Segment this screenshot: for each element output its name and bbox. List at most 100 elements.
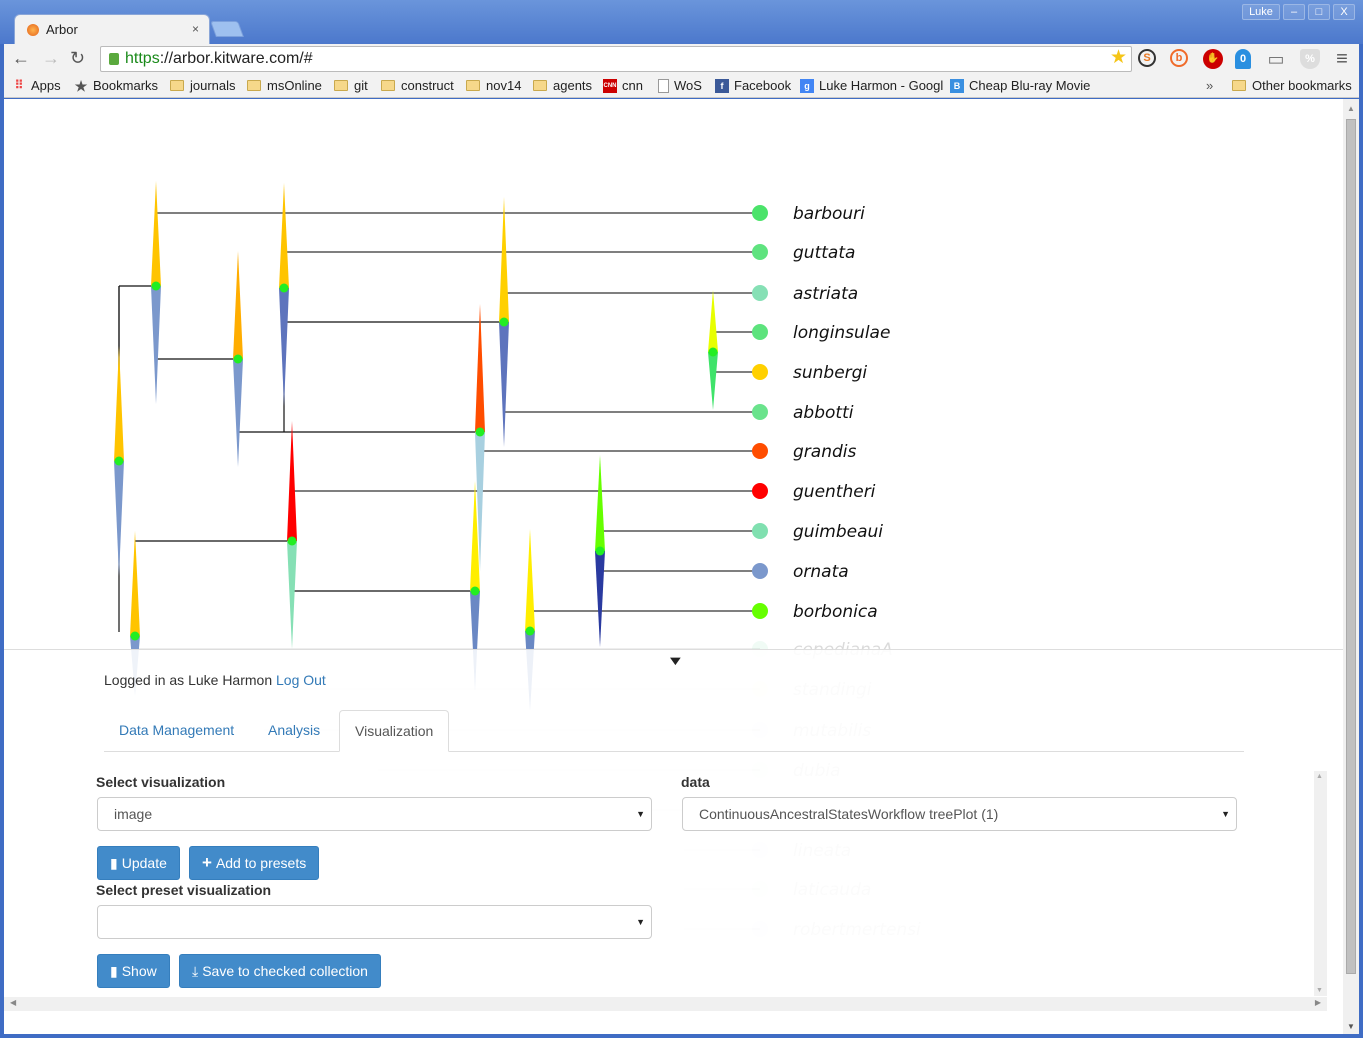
- profile-button[interactable]: Luke: [1242, 4, 1280, 20]
- bookmark-construct[interactable]: construct: [381, 78, 454, 93]
- tip-node: [752, 364, 768, 380]
- page-icon: [658, 78, 669, 93]
- tip-node: [752, 285, 768, 301]
- data-label: data: [681, 774, 710, 790]
- folder-icon: [170, 80, 184, 91]
- uncertainty-spindle: [130, 531, 140, 636]
- horizontal-scrollbar[interactable]: ◀ ▶: [4, 997, 1327, 1011]
- scroll-right-icon[interactable]: ▶: [1315, 998, 1321, 1007]
- reload-icon[interactable]: ↻: [70, 48, 85, 69]
- bookmark-star-icon[interactable]: ★: [1110, 46, 1127, 70]
- tip-node: [752, 404, 768, 420]
- bar-chart-icon: ▮​: [110, 855, 118, 871]
- folder-icon: [466, 80, 480, 91]
- apps-icon: ⠿: [14, 77, 24, 92]
- bookmark-agents[interactable]: agents: [533, 78, 592, 93]
- ancestral-node: [287, 536, 297, 546]
- uncertainty-spindle: [595, 551, 605, 647]
- update-button[interactable]: ▮​ Update: [97, 846, 180, 880]
- ghostery-icon[interactable]: 0: [1235, 49, 1251, 69]
- back-icon[interactable]: ←: [12, 48, 30, 69]
- b-icon[interactable]: b: [1170, 49, 1188, 67]
- tab-visualization[interactable]: Visualization: [339, 710, 450, 752]
- menu-icon[interactable]: ≡: [1332, 49, 1352, 69]
- window-titlebar: Arbor × Luke – □ X: [0, 0, 1363, 44]
- uncertainty-spindle: [233, 251, 243, 359]
- s-icon[interactable]: S: [1138, 49, 1156, 67]
- data-select[interactable]: ContinuousAncestralStatesWorkflow treePl…: [682, 797, 1237, 831]
- add-to-presets-button[interactable]: + Add to presets: [189, 846, 320, 880]
- download-icon: ⤓: [192, 963, 199, 979]
- visualization-select[interactable]: image ▼: [97, 797, 652, 831]
- tip-node: [752, 563, 768, 579]
- scroll-down-icon[interactable]: ▼: [1347, 1022, 1355, 1031]
- tab-analysis[interactable]: Analysis: [253, 710, 335, 752]
- bookmark-wos[interactable]: WoS: [658, 78, 702, 93]
- close-window-button[interactable]: X: [1333, 4, 1355, 20]
- tab-close-icon[interactable]: ×: [192, 22, 199, 36]
- scroll-up-icon[interactable]: ▲: [1316, 773, 1323, 780]
- tab-title: Arbor: [46, 22, 78, 37]
- ancestral-node: [130, 631, 140, 641]
- scrollbar-thumb[interactable]: [1346, 119, 1356, 974]
- tip-node: [752, 324, 768, 340]
- bar-chart-icon: ▮​: [110, 963, 118, 979]
- cast-icon[interactable]: ▭: [1266, 49, 1286, 69]
- scroll-down-icon[interactable]: ▼: [1316, 987, 1323, 994]
- bookmark-facebook[interactable]: f Facebook: [715, 78, 791, 93]
- new-tab-button[interactable]: [210, 21, 244, 37]
- uncertainty-spindle: [475, 304, 485, 432]
- bookmark-cnn[interactable]: CNN cnn: [603, 78, 643, 93]
- url-scheme: https: [125, 50, 160, 67]
- tab-data-management[interactable]: Data Management: [104, 710, 249, 752]
- folder-icon: [381, 80, 395, 91]
- minimize-button[interactable]: –: [1283, 4, 1305, 20]
- bookmarks-bar: ⠿ Apps ★ Bookmarks journals msOnline git c…: [4, 74, 1359, 98]
- show-button[interactable]: ▮​ Show: [97, 954, 170, 988]
- tip-label: sunbergi: [793, 363, 867, 383]
- bookmark-journals[interactable]: journals: [170, 78, 236, 93]
- uncertainty-spindle: [279, 288, 289, 406]
- logout-link[interactable]: Log Out: [276, 672, 326, 688]
- cnn-icon: CNN: [603, 78, 617, 93]
- scroll-up-icon[interactable]: ▲: [1347, 104, 1355, 113]
- maximize-button[interactable]: □: [1308, 4, 1330, 20]
- bookmark-msonline[interactable]: msOnline: [247, 78, 322, 93]
- bookmark-other[interactable]: Other bookmarks: [1232, 78, 1352, 93]
- browser-tab[interactable]: Arbor ×: [14, 14, 210, 44]
- bookmark-bluray[interactable]: B Cheap Blu-ray Movie: [950, 78, 1090, 93]
- tip-node: [752, 244, 768, 260]
- dropdown-caret-icon: ▼: [636, 809, 645, 819]
- uncertainty-spindle: [499, 197, 509, 322]
- ancestral-node: [279, 283, 289, 293]
- ancestral-node: [151, 281, 161, 291]
- bookmark-nov14[interactable]: nov14: [466, 78, 521, 93]
- scroll-left-icon[interactable]: ◀: [10, 998, 16, 1007]
- preset-select[interactable]: ▼: [97, 905, 652, 939]
- inner-scrollbar[interactable]: ▲ ▼: [1314, 771, 1327, 996]
- forward-icon[interactable]: →: [42, 48, 60, 69]
- save-to-collection-button[interactable]: ⤓ Save to checked collection: [179, 954, 381, 988]
- address-bar[interactable]: https://arbor.kitware.com/# ★: [100, 46, 1132, 72]
- collapse-chevron-icon[interactable]: ▼: [666, 653, 684, 668]
- shield-icon[interactable]: %: [1300, 49, 1320, 69]
- tip-node: [752, 443, 768, 459]
- select-preset-label: Select preset visualization: [96, 882, 272, 898]
- bookmarks-overflow[interactable]: »: [1206, 78, 1213, 93]
- adblock-icon[interactable]: ✋: [1203, 49, 1223, 69]
- uncertainty-spindle: [525, 529, 535, 631]
- page-scrollbar[interactable]: ▲ ▼: [1343, 99, 1359, 1034]
- uncertainty-spindle: [708, 352, 718, 410]
- ancestral-node: [475, 427, 485, 437]
- uncertainty-spindle: [151, 181, 161, 286]
- plus-icon: +: [202, 853, 212, 872]
- url-rest: ://arbor.kitware.com/#: [159, 50, 313, 67]
- bookmark-scholar[interactable]: g Luke Harmon - Googl: [800, 78, 943, 93]
- bookmark-bookmarks[interactable]: ★ Bookmarks: [74, 78, 158, 93]
- uncertainty-spindle: [114, 461, 124, 576]
- uncertainty-spindle: [233, 359, 243, 467]
- ancestral-node: [114, 456, 124, 466]
- bookmark-git[interactable]: git: [334, 78, 368, 93]
- bookmark-apps[interactable]: ⠿ Apps: [12, 78, 61, 93]
- folder-icon: [1232, 80, 1246, 91]
